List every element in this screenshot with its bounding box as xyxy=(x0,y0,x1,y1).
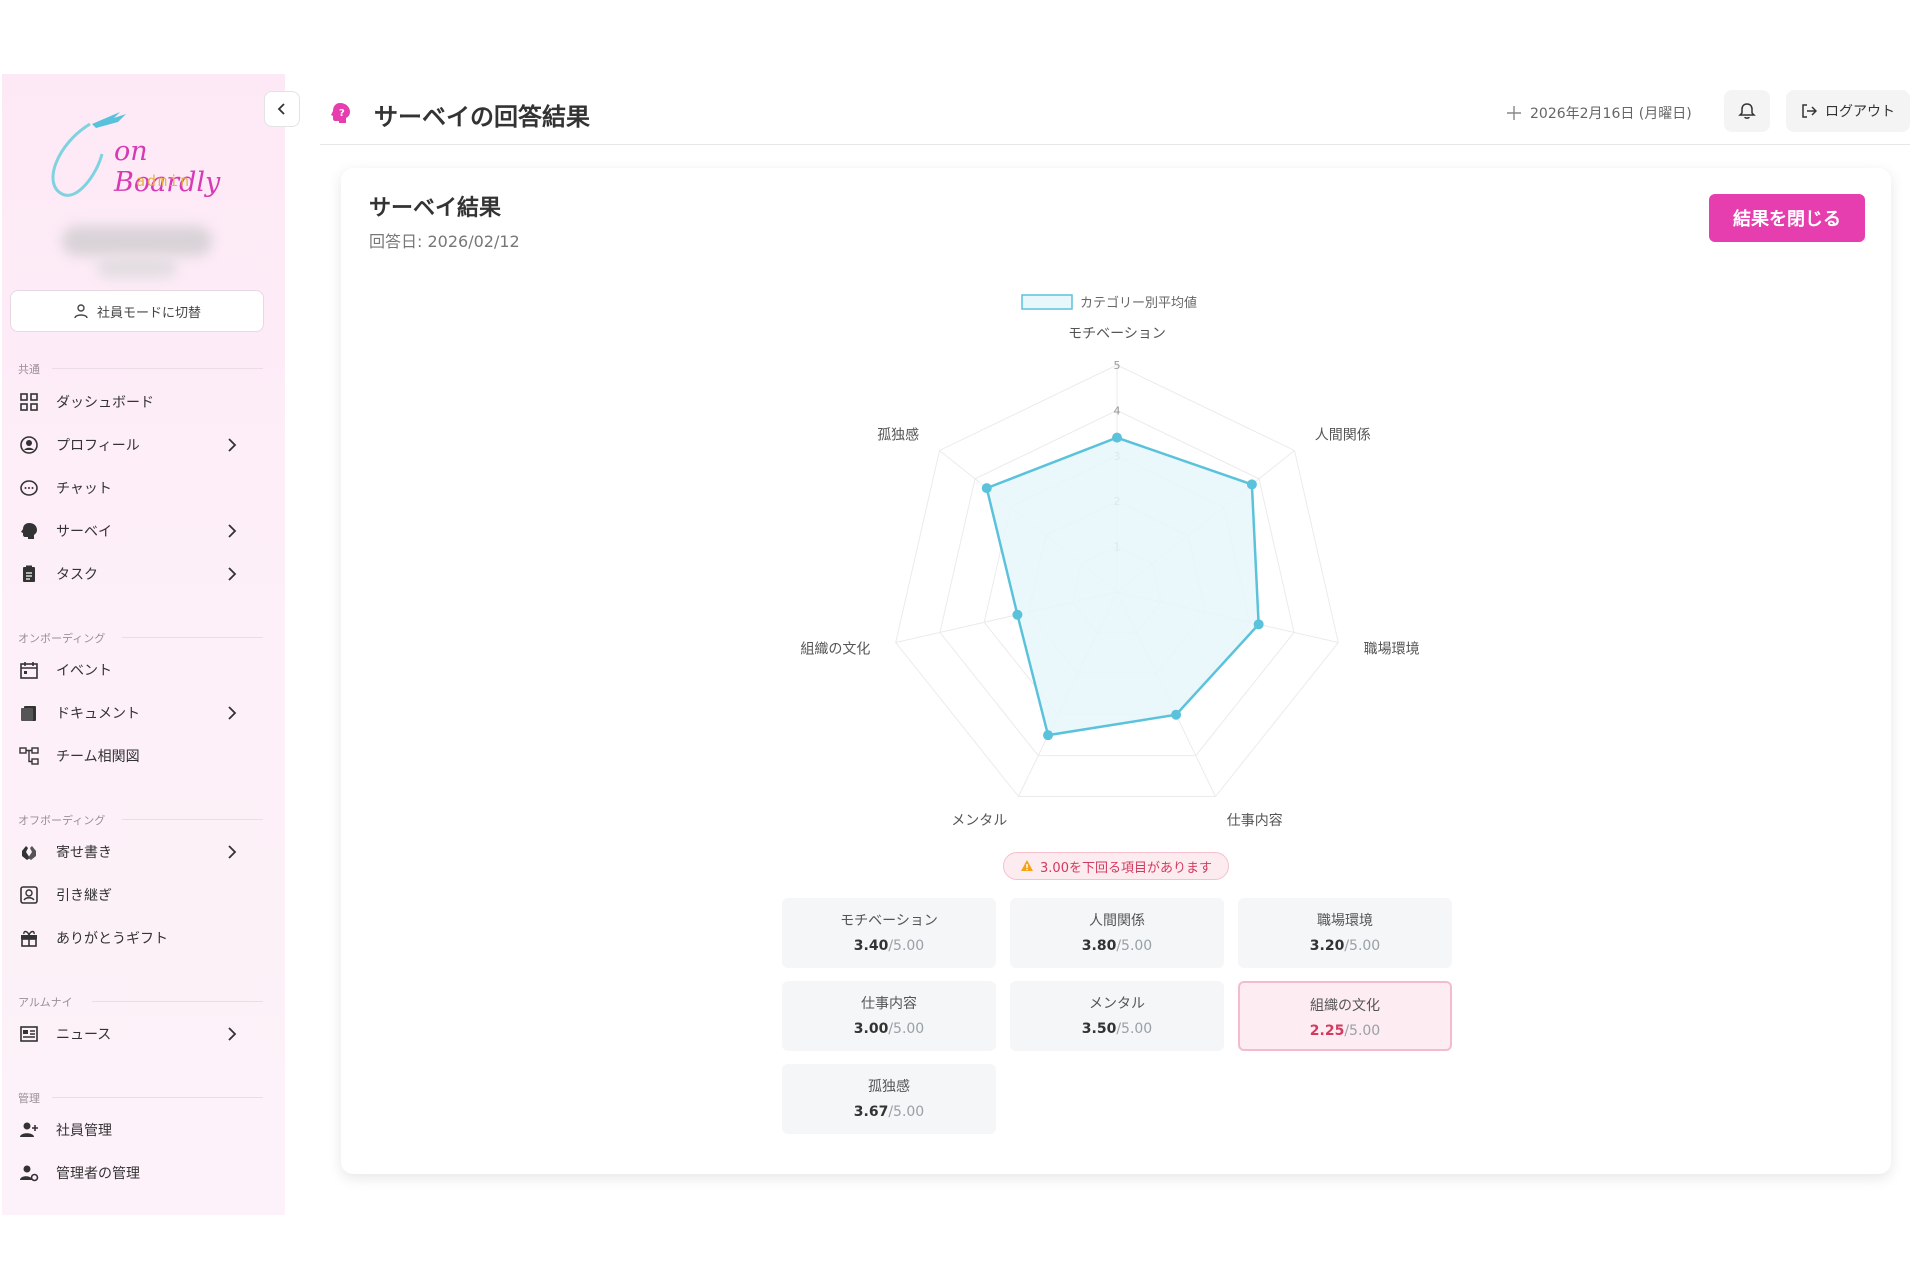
score-max: /5.00 xyxy=(1344,938,1381,954)
score-value: 3.00 xyxy=(853,1021,889,1037)
data-point xyxy=(981,483,992,494)
score-value: 3.50 xyxy=(1081,1021,1117,1037)
category-name: 組織の文化 xyxy=(1310,998,1380,1014)
category-name: メンタル xyxy=(1089,996,1145,1012)
warning-text: 3.00を下回る項目があります xyxy=(1040,860,1212,876)
category-tile: モチベーション 3.40/5.00 xyxy=(782,898,996,968)
data-area xyxy=(985,436,1260,737)
warning-badge: 3.00を下回る項目があります xyxy=(1003,852,1229,880)
axis-label: 職場環境 xyxy=(1364,641,1420,657)
tick-label: 4 xyxy=(1114,404,1121,417)
data-point xyxy=(1012,609,1023,620)
score-value: 3.40 xyxy=(853,938,889,954)
axis-label: モチベーション xyxy=(1068,326,1166,342)
category-name: モチベーション xyxy=(840,913,938,929)
axis-label: 組織の文化 xyxy=(800,641,870,657)
data-point xyxy=(1171,709,1182,720)
category-name: 人間関係 xyxy=(1089,913,1145,929)
axis-label: 孤独感 xyxy=(877,426,919,443)
data-point xyxy=(1253,619,1264,630)
warning-icon xyxy=(1021,860,1034,871)
data-point xyxy=(1246,479,1257,490)
category-name: 職場環境 xyxy=(1317,913,1373,929)
score-value: 3.67 xyxy=(853,1104,889,1120)
score-max: /5.00 xyxy=(1344,1023,1381,1039)
axis-label: 仕事内容 xyxy=(1227,812,1283,829)
category-score: 3.00/5.00 xyxy=(782,1021,996,1037)
category-name: 仕事内容 xyxy=(861,996,917,1012)
category-score: 3.67/5.00 xyxy=(782,1104,996,1120)
category-name: 孤独感 xyxy=(868,1079,910,1095)
data-point xyxy=(1112,432,1122,443)
category-tile: メンタル 3.50/5.00 xyxy=(1010,981,1224,1051)
tick-label: 5 xyxy=(1114,359,1121,372)
category-score: 2.25/5.00 xyxy=(1240,1023,1450,1039)
score-value: 2.25 xyxy=(1309,1023,1345,1039)
axis-label: 人間関係 xyxy=(1315,427,1371,443)
category-tile: 仕事内容 3.00/5.00 xyxy=(782,981,996,1051)
legend-label: カテゴリー別平均値 xyxy=(1080,295,1197,311)
category-score: 3.80/5.00 xyxy=(1010,938,1224,954)
category-score: 3.50/5.00 xyxy=(1010,1021,1224,1037)
category-score: 3.40/5.00 xyxy=(782,938,996,954)
data-point xyxy=(1043,730,1054,741)
score-max: /5.00 xyxy=(888,938,925,954)
score-max: /5.00 xyxy=(1116,1021,1153,1037)
score-max: /5.00 xyxy=(1116,938,1153,954)
score-max: /5.00 xyxy=(888,1021,925,1037)
category-tile: 組織の文化 2.25/5.00 xyxy=(1238,981,1452,1051)
score-max: /5.00 xyxy=(888,1104,925,1120)
category-score: 3.20/5.00 xyxy=(1238,938,1452,954)
category-tile: 職場環境 3.20/5.00 xyxy=(1238,898,1452,968)
score-value: 3.20 xyxy=(1309,938,1345,954)
app-frame: on Boardly admin 社員モードに切替 共通 ダッシュボード プロフ… xyxy=(0,0,1920,1280)
category-tile: 人間関係 3.80/5.00 xyxy=(1010,898,1224,968)
axis-label: メンタル xyxy=(951,813,1007,829)
legend-swatch xyxy=(1021,294,1073,310)
category-tile: 孤独感 3.67/5.00 xyxy=(782,1064,996,1134)
score-value: 3.80 xyxy=(1081,938,1117,954)
